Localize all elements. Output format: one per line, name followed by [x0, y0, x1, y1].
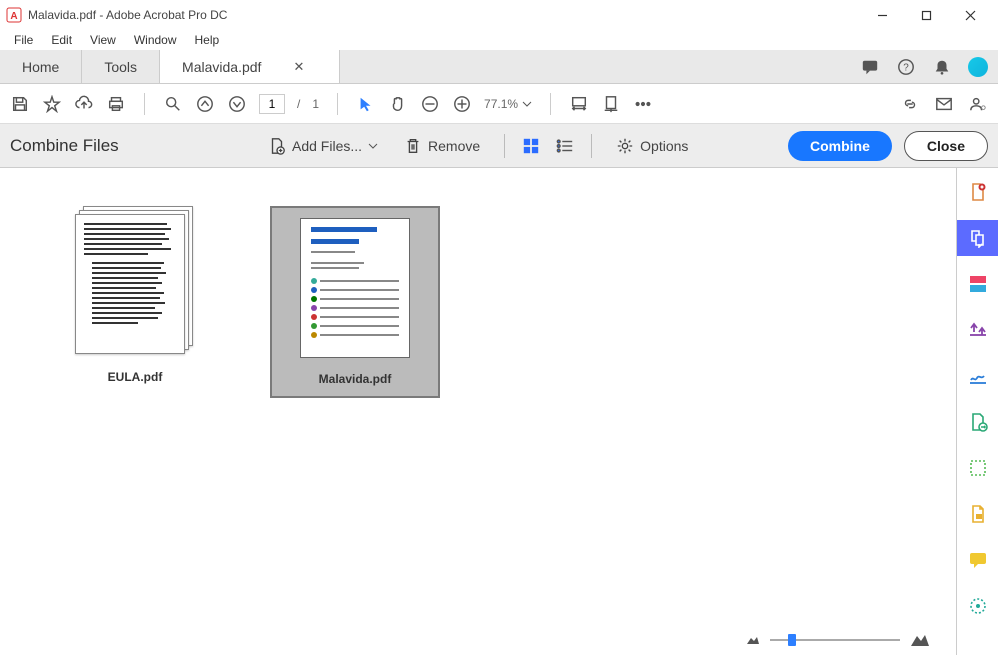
zoom-large-icon — [910, 633, 930, 647]
menu-edit[interactable]: Edit — [43, 31, 80, 49]
menu-file[interactable]: File — [6, 31, 41, 49]
zoom-small-icon — [746, 635, 760, 645]
window-title: Malavida.pdf - Adobe Acrobat Pro DC — [28, 8, 860, 22]
title-bar: A Malavida.pdf - Adobe Acrobat Pro DC — [0, 0, 998, 30]
hand-tool-icon[interactable] — [388, 94, 408, 114]
close-window-button[interactable] — [948, 1, 992, 29]
main-area: EULA.pdf Malavida.pdf — [0, 168, 998, 655]
notifications-icon[interactable] — [932, 57, 952, 77]
options-label: Options — [640, 138, 688, 154]
combine-panel-bar: Combine Files Add Files... Remove Option… — [0, 124, 998, 168]
tab-document[interactable]: Malavida.pdf ✕ — [160, 50, 340, 83]
tab-home-label: Home — [22, 59, 59, 75]
create-pdf-icon[interactable] — [966, 180, 990, 204]
optimize-icon[interactable] — [966, 594, 990, 618]
export-pdf-icon[interactable] — [966, 318, 990, 342]
list-view-icon[interactable] — [555, 136, 575, 156]
comment-tool-icon[interactable] — [966, 548, 990, 572]
zoom-dropdown[interactable]: 77.1% — [484, 97, 532, 111]
combine-files-icon[interactable] — [957, 220, 998, 256]
tab-tools-label: Tools — [104, 59, 137, 75]
sign-icon[interactable] — [966, 364, 990, 388]
panel-title: Combine Files — [10, 136, 250, 156]
doc-page-icon — [300, 218, 410, 358]
select-tool-icon[interactable] — [356, 94, 376, 114]
file-thumbnail[interactable]: Malavida.pdf — [270, 206, 440, 398]
tabbar-right: ? — [850, 50, 998, 83]
menu-window[interactable]: Window — [126, 31, 185, 49]
redact-icon[interactable] — [966, 456, 990, 480]
email-icon[interactable] — [934, 94, 954, 114]
page-separator: / — [297, 97, 300, 111]
more-tools-icon[interactable] — [633, 94, 653, 114]
menu-view[interactable]: View — [82, 31, 124, 49]
page-number-input[interactable] — [259, 94, 285, 114]
protect-icon[interactable] — [966, 502, 990, 526]
main-toolbar: / 1 77.1% — [0, 84, 998, 124]
svg-text:A: A — [10, 11, 17, 22]
svg-text:?: ? — [903, 62, 909, 73]
minimize-button[interactable] — [860, 1, 904, 29]
right-tool-pane — [956, 168, 998, 655]
tab-tools[interactable]: Tools — [82, 50, 160, 83]
print-icon[interactable] — [106, 94, 126, 114]
organize-icon[interactable] — [966, 410, 990, 434]
page-down-icon[interactable] — [227, 94, 247, 114]
close-label: Close — [927, 138, 965, 154]
link-icon[interactable] — [900, 94, 920, 114]
thumbnail-view-icon[interactable] — [521, 136, 541, 156]
tab-bar: Home Tools Malavida.pdf ✕ ? — [0, 50, 998, 84]
maximize-button[interactable] — [904, 1, 948, 29]
file-name: EULA.pdf — [60, 370, 210, 384]
slider-knob[interactable] — [788, 634, 796, 646]
cloud-upload-icon[interactable] — [74, 94, 94, 114]
file-name: Malavida.pdf — [282, 372, 428, 386]
star-icon[interactable] — [42, 94, 62, 114]
zoom-value: 77.1% — [484, 97, 518, 111]
fit-width-icon[interactable] — [569, 94, 589, 114]
zoom-out-icon[interactable] — [420, 94, 440, 114]
tab-document-label: Malavida.pdf — [182, 59, 261, 75]
page-up-icon[interactable] — [195, 94, 215, 114]
combine-label: Combine — [810, 138, 870, 154]
save-icon[interactable] — [10, 94, 30, 114]
doc-stack-icon — [75, 206, 195, 356]
combine-button[interactable]: Combine — [788, 131, 892, 161]
window-controls — [860, 1, 992, 29]
tab-close-icon[interactable]: ✕ — [293, 59, 304, 75]
file-canvas[interactable]: EULA.pdf Malavida.pdf — [0, 168, 956, 655]
menu-bar: File Edit View Window Help — [0, 30, 998, 50]
app-icon: A — [6, 7, 22, 23]
page-total: 1 — [312, 97, 319, 111]
file-thumbnail[interactable]: EULA.pdf — [60, 206, 210, 384]
share-user-icon[interactable] — [968, 94, 988, 114]
help-icon[interactable]: ? — [896, 57, 916, 77]
menu-help[interactable]: Help — [187, 31, 228, 49]
remove-label: Remove — [428, 138, 480, 154]
add-files-label: Add Files... — [292, 138, 362, 154]
tab-home[interactable]: Home — [0, 50, 82, 83]
close-panel-button[interactable]: Close — [904, 131, 988, 161]
add-files-button[interactable]: Add Files... — [260, 133, 386, 159]
account-avatar[interactable] — [968, 57, 988, 77]
comment-icon[interactable] — [860, 57, 880, 77]
fit-page-icon[interactable] — [601, 94, 621, 114]
thumbnail-zoom-slider[interactable] — [746, 633, 930, 647]
find-icon[interactable] — [163, 94, 183, 114]
remove-button[interactable]: Remove — [396, 133, 488, 159]
edit-pdf-icon[interactable] — [966, 272, 990, 296]
slider-track[interactable] — [770, 639, 900, 641]
zoom-in-icon[interactable] — [452, 94, 472, 114]
options-button[interactable]: Options — [608, 133, 696, 159]
